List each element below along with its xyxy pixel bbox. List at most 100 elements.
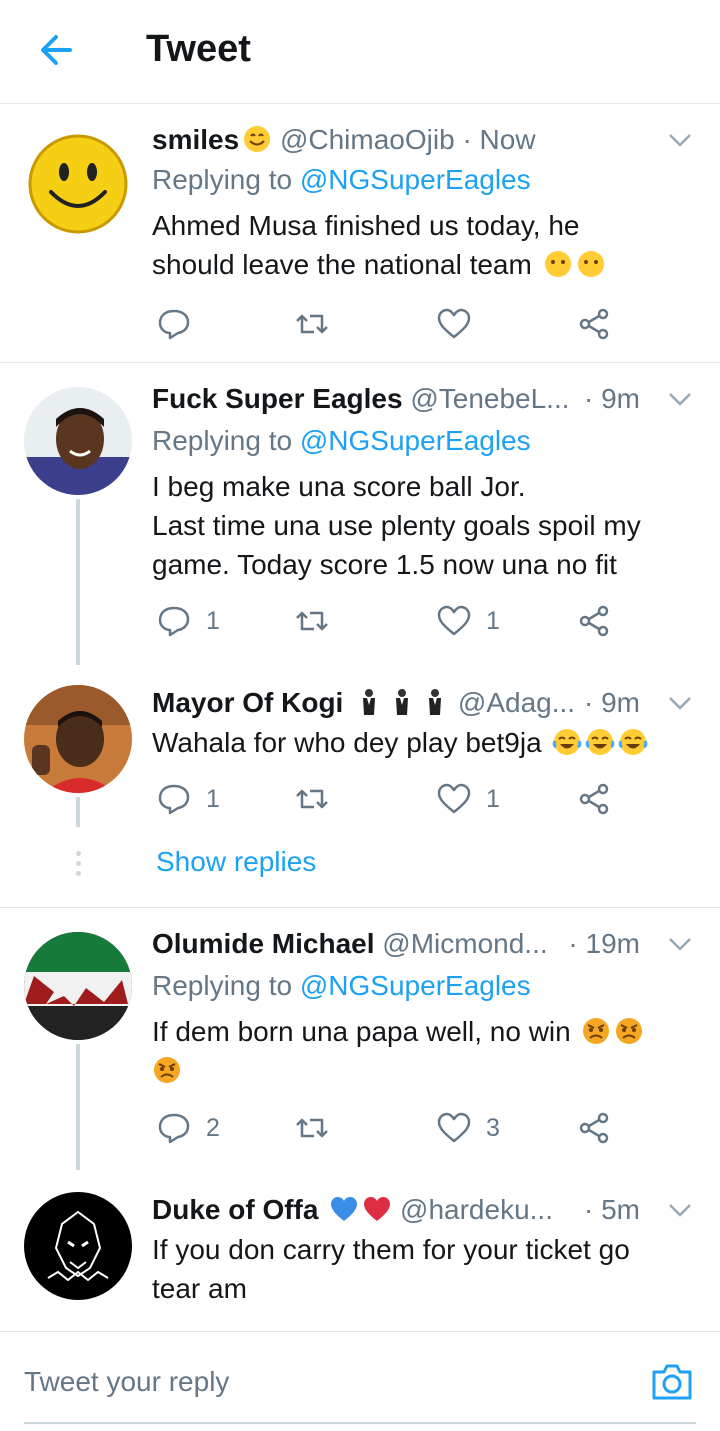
user-handle[interactable]: @hardeku... <box>400 1194 553 1225</box>
chevron-down-icon[interactable] <box>668 128 692 152</box>
camera-icon[interactable] <box>650 1362 694 1402</box>
tweet-meta: Fuck Super Eagles @TenebeL... · 9m <box>152 379 680 419</box>
thread-line <box>76 499 80 665</box>
tweet-text: I beg make una score ball Jor. Last time… <box>152 471 641 580</box>
retweet-icon <box>296 611 328 631</box>
tweet-text: Wahala for who dey play bet9ja <box>152 723 692 762</box>
chevron-down-icon[interactable] <box>668 691 692 715</box>
retweet-button[interactable] <box>294 599 330 643</box>
share-icon <box>579 1112 609 1144</box>
tweet-5[interactable]: Duke of Offa @hardeku... · 5m If you don… <box>0 1170 720 1331</box>
tweet-time: · 9m <box>578 379 640 419</box>
blue-heart-emoji-icon <box>331 1197 358 1221</box>
more-replies-dots <box>74 851 82 881</box>
like-count: 1 <box>486 784 500 813</box>
tweet-4[interactable]: Olumide Michael @Micmond... · 19m Replyi… <box>0 908 720 1170</box>
angry-face-emoji-icon <box>616 1018 643 1044</box>
share-button[interactable] <box>576 777 612 821</box>
tears-of-joy-emoji-icon <box>619 729 648 755</box>
page-title: Tweet <box>146 28 251 70</box>
avatar[interactable] <box>24 685 132 793</box>
retweet-icon <box>296 314 328 334</box>
user-handle[interactable]: @TenebeL... <box>410 383 569 414</box>
tweet-time: · 19m <box>562 924 640 964</box>
replying-to: Replying to @NGSuperEagles <box>152 164 531 195</box>
tweet-3[interactable]: Mayor Of Kogi @Adag... · 9m Wahala for w… <box>0 665 720 907</box>
tweet-text: If dem born una papa well, no win <box>152 1012 692 1090</box>
tweet-actions: 2 3 <box>152 1106 622 1150</box>
display-name[interactable]: Olumide Michael <box>152 928 375 959</box>
retweet-button[interactable] <box>294 1106 330 1150</box>
mention-link[interactable]: @NGSuperEagles <box>300 425 531 456</box>
reply-input[interactable]: Tweet your reply <box>24 1366 229 1398</box>
display-name[interactable]: Fuck Super Eagles <box>152 383 403 414</box>
tweet-text: If you don carry them for your ticket go… <box>152 1234 630 1304</box>
share-button[interactable] <box>576 599 612 643</box>
man-in-suit-emoji-icon <box>396 689 409 715</box>
retweet-button[interactable] <box>294 777 330 821</box>
display-name[interactable]: Duke of Offa <box>152 1194 318 1225</box>
tweet-1[interactable]: smiles @ChimaoOjib · Now Replying to @NG… <box>0 104 720 362</box>
retweet-button[interactable] <box>294 302 330 346</box>
avatar[interactable] <box>24 1192 132 1300</box>
share-icon <box>579 783 609 815</box>
no-mouth-emoji-icon <box>544 251 571 277</box>
reply-button[interactable]: 1 <box>156 777 220 821</box>
like-button[interactable]: 1 <box>436 777 500 821</box>
avatar[interactable] <box>24 128 132 236</box>
chevron-down-icon[interactable] <box>668 932 692 956</box>
like-count: 1 <box>486 606 500 635</box>
man-in-suit-emoji-icon <box>429 689 442 715</box>
tweet-actions: 1 1 <box>152 599 622 643</box>
avatar[interactable] <box>24 387 132 495</box>
man-in-suit-emoji-icon <box>363 689 376 715</box>
display-name[interactable]: Mayor Of Kogi <box>152 687 343 718</box>
tweet-text: Ahmed Musa finished us today, he should … <box>152 206 692 284</box>
thread-line <box>76 797 80 827</box>
chevron-down-icon[interactable] <box>668 1198 692 1222</box>
reply-underline <box>24 1422 696 1424</box>
reply-count: 2 <box>206 1113 220 1142</box>
reply-count: 1 <box>206 606 220 635</box>
tears-of-joy-emoji-icon <box>586 729 615 755</box>
tweet-meta: Mayor Of Kogi @Adag... · 9m <box>152 683 680 723</box>
tweet-time: · 9m <box>578 683 640 723</box>
reply-button[interactable]: 2 <box>156 1106 220 1150</box>
mention-link[interactable]: @NGSuperEagles <box>300 970 531 1001</box>
user-handle[interactable]: @Adag... <box>458 687 575 718</box>
heart-icon <box>437 783 471 814</box>
tweet-actions <box>152 302 622 346</box>
reply-button[interactable] <box>156 302 192 346</box>
reply-button[interactable]: 1 <box>156 599 220 643</box>
heart-icon <box>437 605 471 636</box>
tweet-2[interactable]: Fuck Super Eagles @TenebeL... · 9m Reply… <box>0 363 720 665</box>
no-mouth-emoji-icon <box>577 251 604 277</box>
like-button[interactable]: 1 <box>436 599 500 643</box>
angry-face-emoji-icon <box>583 1018 610 1044</box>
back-arrow-icon[interactable] <box>36 30 76 70</box>
avatar[interactable] <box>24 932 132 1040</box>
share-button[interactable] <box>576 302 612 346</box>
angry-face-emoji-icon <box>154 1057 180 1083</box>
show-replies-link[interactable]: Show replies <box>156 842 316 882</box>
retweet-icon <box>296 789 328 809</box>
share-button[interactable] <box>576 1106 612 1150</box>
replying-to: Replying to @NGSuperEagles <box>152 970 531 1001</box>
heart-icon <box>437 308 471 339</box>
red-heart-emoji-icon <box>364 1197 391 1221</box>
user-handle[interactable]: @Micmond... <box>382 928 547 959</box>
reply-icon <box>158 309 190 340</box>
share-icon <box>579 605 609 637</box>
chevron-down-icon[interactable] <box>668 387 692 411</box>
display-name[interactable]: smiles <box>152 124 239 155</box>
like-button[interactable]: 3 <box>436 1106 500 1150</box>
mention-link[interactable]: @NGSuperEagles <box>300 164 531 195</box>
retweet-icon <box>296 1118 328 1138</box>
smiling-emoji-icon <box>244 126 271 152</box>
heart-icon <box>437 1112 471 1143</box>
tweet-meta: Duke of Offa @hardeku... · 5m <box>152 1190 680 1230</box>
share-icon <box>579 308 609 340</box>
like-button[interactable] <box>436 302 472 346</box>
user-handle[interactable]: @ChimaoOjib <box>280 124 455 155</box>
replying-to: Replying to @NGSuperEagles <box>152 425 531 456</box>
